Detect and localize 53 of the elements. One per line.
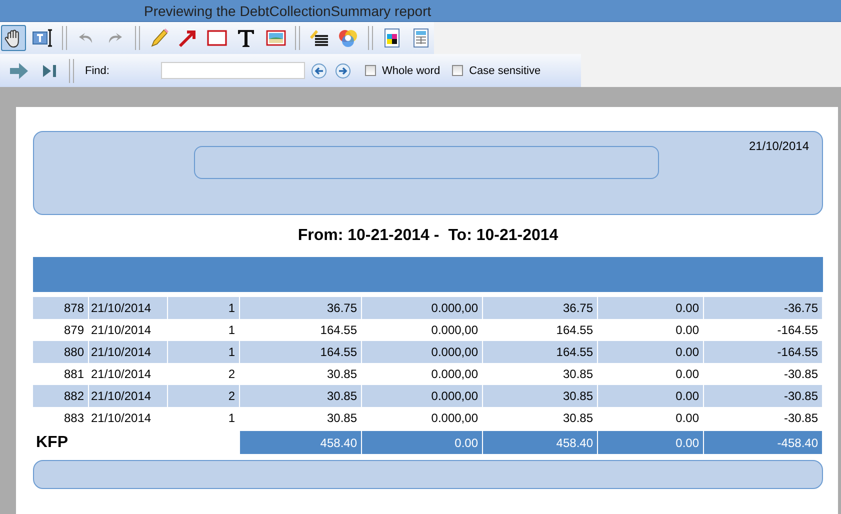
- table-cell: 883: [33, 407, 89, 429]
- table-cell: 0.00: [598, 341, 704, 363]
- table-cell: 21/10/2014: [89, 297, 168, 319]
- rectangle-icon: [206, 27, 228, 49]
- table-cell: 1: [168, 407, 240, 429]
- hand-button[interactable]: [1, 25, 26, 51]
- date-range-from: From: 10-21-2014 -: [298, 227, 440, 245]
- table-cell: 164.55: [240, 341, 362, 363]
- table-cell: -30.85: [704, 407, 823, 429]
- table-cell: 164.55: [483, 341, 598, 363]
- checkbox[interactable]: [452, 65, 464, 76]
- table-cell: 2: [168, 385, 240, 407]
- find-label: Find:: [85, 64, 110, 76]
- window-title: Previewing the DebtCollectionSummary report: [0, 0, 841, 22]
- table-cell: 0.00: [598, 297, 704, 319]
- edit-lines-icon: [308, 27, 330, 49]
- color-wheel-icon: [337, 27, 360, 49]
- table-cell: 21/10/2014: [89, 385, 168, 407]
- table-cell: -36.75: [704, 297, 823, 319]
- table-cell: 1: [168, 341, 240, 363]
- table-cell: 21/10/2014: [89, 407, 168, 429]
- table-cell: 30.85: [240, 385, 362, 407]
- table-cell: 30.85: [483, 385, 598, 407]
- total-cell: 0.00: [598, 431, 704, 454]
- table-cell: 1: [168, 297, 240, 319]
- table-cell: 36.75: [483, 297, 598, 319]
- totals-label: KFP: [35, 432, 69, 452]
- table-cell: 878: [33, 297, 89, 319]
- table-cell: 0.000,00: [362, 341, 483, 363]
- total-cell: -458.40: [704, 431, 823, 454]
- table-cell: -164.55: [704, 341, 823, 363]
- date-range-to: To: 10-21-2014: [448, 227, 558, 245]
- table-cell: 36.75: [240, 297, 362, 319]
- find-field[interactable]: [161, 62, 305, 79]
- total-cell: 458.40: [483, 431, 598, 454]
- table-cell: 0.00: [598, 407, 704, 429]
- total-cell: 458.40: [240, 431, 362, 454]
- checkbox-label: Case sensitive: [469, 64, 541, 76]
- table-cell: 30.85: [240, 407, 362, 429]
- text-select-icon: [32, 27, 54, 49]
- table-cell: 882: [33, 385, 89, 407]
- table-cell: 0.000,00: [362, 297, 483, 319]
- table-cell: 880: [33, 341, 89, 363]
- total-cell: 0.00: [362, 431, 483, 454]
- report-date: 21/10/2014: [748, 139, 809, 153]
- table-cell: -30.85: [704, 385, 823, 407]
- table-cell: 21/10/2014: [89, 341, 168, 363]
- table-cell: 0.000,00: [362, 385, 483, 407]
- table-cell: 0.00: [598, 385, 704, 407]
- checkbox-label: Whole word: [382, 64, 440, 76]
- table-cell: 30.85: [483, 407, 598, 429]
- table-cell: 0.000,00: [362, 407, 483, 429]
- checkbox[interactable]: [365, 65, 376, 76]
